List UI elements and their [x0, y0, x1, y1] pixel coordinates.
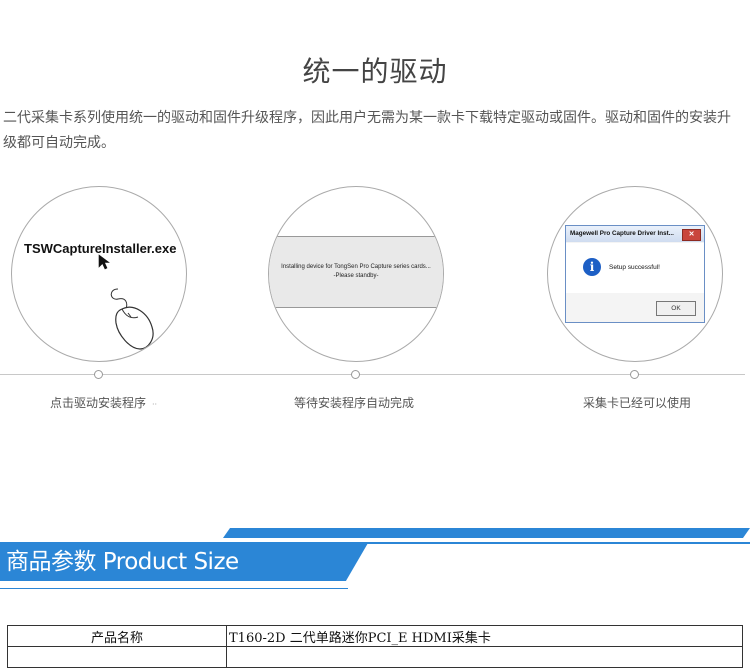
section-description: 二代采集卡系列使用统一的驱动和固件升级程序，因此用户无需为某一款卡下载特定驱动或…: [3, 110, 731, 151]
step-2-illustration: Installing device for TongSen Pro Captur…: [268, 186, 444, 362]
banner-accent-stripe: [222, 528, 750, 538]
mouse-icon: [110, 288, 154, 350]
step-3-illustration: Magewell Pro Capture Driver Inst... ✕ i …: [547, 186, 723, 362]
step-1-suffix: ··: [152, 400, 158, 409]
section-title: 统一的驱动: [302, 55, 448, 88]
step-1-label: 点击驱动安装程序: [50, 396, 147, 410]
step-1-caption: 点击驱动安装程序 ··: [50, 394, 157, 411]
dialog-message: Setup successful!: [609, 264, 660, 271]
banner-underline: [0, 588, 348, 589]
arrow-cursor-icon: [98, 254, 110, 270]
step-1-illustration: TSWCaptureInstaller.exe: [11, 186, 187, 362]
install-status-text: Installing device for TongSen Pro Captur…: [281, 264, 431, 270]
dialog-body: i Setup successful!: [566, 243, 704, 293]
close-icon[interactable]: ✕: [682, 229, 701, 241]
dialog-title: Magewell Pro Capture Driver Inst...: [570, 230, 674, 237]
product-size-banner: 商品参数 Product Size: [0, 543, 368, 581]
timeline-dot: [94, 370, 103, 379]
install-progress-panel: Installing device for TongSen Pro Captur…: [269, 236, 443, 308]
step-2-caption: 等待安装程序自动完成: [294, 396, 415, 410]
dialog-title-bar: Magewell Pro Capture Driver Inst... ✕: [566, 226, 704, 242]
timeline-dot: [351, 370, 360, 379]
table-row: 产品名称 T160-2D 二代单路迷你PCI_E HDMI采集卡: [7, 625, 743, 647]
banner-title: 商品参数 Product Size: [6, 549, 239, 575]
spec-value: T160-2D 二代单路迷你PCI_E HDMI采集卡: [226, 625, 743, 647]
install-standby-text: -Please standby-: [333, 273, 379, 279]
spec-key: 产品名称: [7, 625, 227, 647]
step-3-caption: 采集卡已经可以使用: [583, 396, 692, 410]
spec-table: 产品名称 T160-2D 二代单路迷你PCI_E HDMI采集卡: [7, 625, 743, 668]
setup-dialog: Magewell Pro Capture Driver Inst... ✕ i …: [565, 225, 705, 323]
info-icon: i: [583, 258, 601, 276]
ok-button[interactable]: OK: [656, 301, 696, 316]
timeline-dot: [630, 370, 639, 379]
